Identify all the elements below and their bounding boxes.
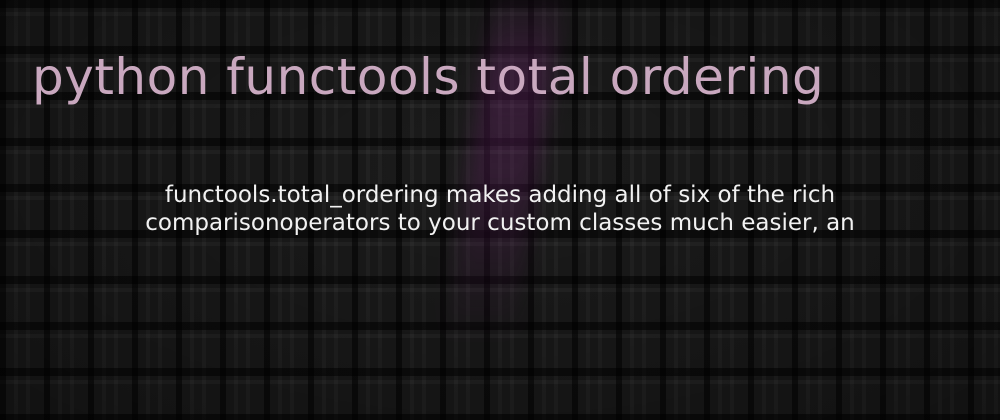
description-line-1: functools.total_ordering makes adding al… [164, 182, 836, 208]
description-line-2: comparisonoperators to your custom class… [145, 210, 855, 236]
page-title: python functools total ordering [32, 48, 825, 106]
banner: python functools total ordering functool… [0, 0, 1000, 420]
description: functools.total_ordering makes adding al… [0, 181, 1000, 237]
